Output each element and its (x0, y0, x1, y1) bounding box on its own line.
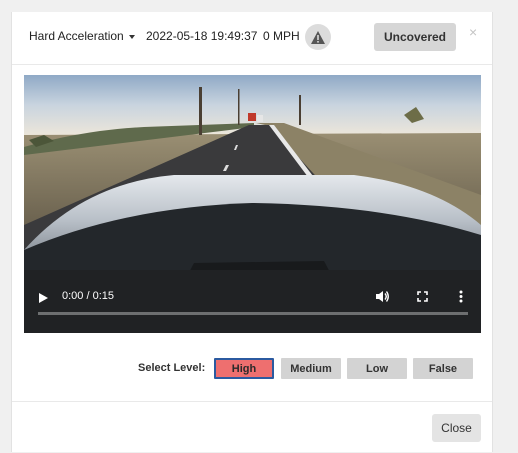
level-high-button[interactable]: High (214, 358, 274, 379)
level-low-button[interactable]: Low (347, 358, 407, 379)
video-player[interactable]: 0:00 / 0:15 (24, 75, 481, 333)
event-speed: 0 MPH (263, 29, 300, 43)
play-icon[interactable] (38, 292, 49, 304)
event-type-dropdown[interactable]: Hard Acceleration (29, 29, 135, 43)
modal-header: Hard Acceleration 2022-05-18 19:49:37 0 … (12, 12, 492, 65)
warning-button[interactable] (305, 24, 331, 50)
modal-footer: Close (12, 401, 492, 453)
uncovered-button[interactable]: Uncovered (374, 23, 456, 51)
close-button[interactable]: Close (432, 414, 481, 442)
video-progress-bar[interactable] (38, 312, 468, 315)
select-level-label: Select Level: (138, 362, 206, 374)
caret-down-icon (128, 34, 135, 39)
volume-icon[interactable] (375, 290, 390, 303)
level-false-button[interactable]: False (413, 358, 473, 379)
close-icon[interactable]: × (469, 24, 477, 40)
level-medium-button[interactable]: Medium (281, 358, 341, 379)
video-controls: 0:00 / 0:15 (24, 280, 481, 333)
warning-icon (311, 30, 325, 44)
event-modal: Hard Acceleration 2022-05-18 19:49:37 0 … (11, 12, 493, 452)
level-selector: Select Level: High Medium Low False (12, 358, 492, 380)
video-time: 0:00 / 0:15 (62, 290, 114, 302)
more-options-icon[interactable] (459, 290, 463, 303)
event-type-label: Hard Acceleration (29, 29, 124, 43)
event-timestamp: 2022-05-18 19:49:37 (146, 29, 258, 43)
fullscreen-icon[interactable] (417, 291, 428, 302)
